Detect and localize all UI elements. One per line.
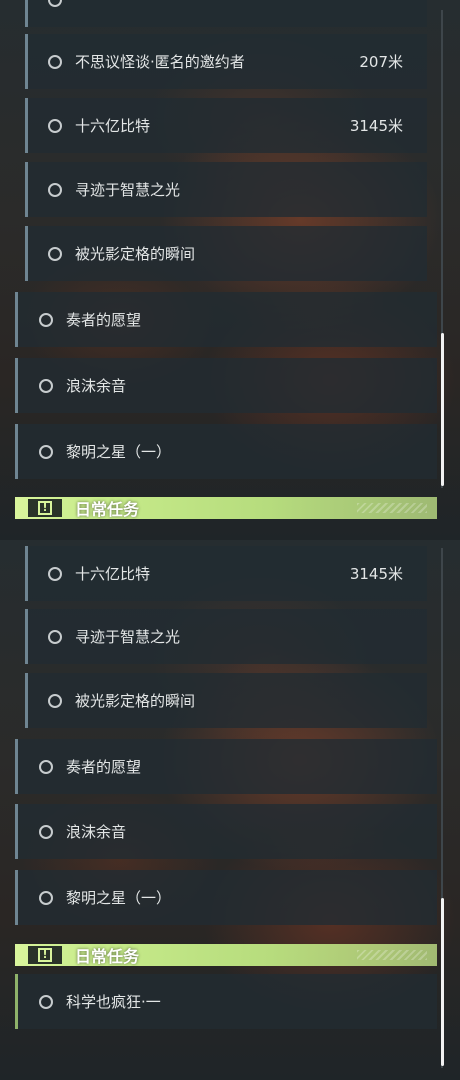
section-title: 日常任务 [75, 947, 140, 966]
quest-row[interactable]: 被光影定格的瞬间 [25, 673, 427, 728]
alert-icon: ! [28, 499, 62, 517]
quest-list-panel-top: 不思议怪谈·匿名的邀约者 207米 十六亿比特 3145米 寻迹于智慧之光 被光… [0, 0, 460, 540]
quest-title: 黎明之星（一） [66, 443, 172, 461]
quest-row[interactable]: 奏者的愿望 [15, 739, 437, 794]
quest-status-icon [39, 824, 53, 839]
quest-row[interactable]: 黎明之星（一） [15, 424, 437, 479]
quest-list-panel-bottom: 十六亿比特 3145米 寻迹于智慧之光 被光影定格的瞬间 奏者的愿望 浪沫余音 … [0, 540, 460, 1080]
quest-row[interactable]: 十六亿比特 3145米 [25, 98, 427, 153]
quest-row[interactable]: 浪沫余音 [15, 804, 437, 859]
quest-title: 不思议怪谈·匿名的邀约者 [75, 53, 245, 71]
quest-row-clipped[interactable] [25, 0, 427, 27]
quest-status-icon [48, 693, 62, 708]
quest-title: 十六亿比特 [75, 565, 151, 583]
quest-status-icon [39, 759, 53, 774]
quest-status-icon [39, 312, 53, 327]
quest-title: 十六亿比特 [75, 117, 151, 135]
quest-row[interactable]: 十六亿比特 3145米 [25, 546, 427, 601]
quest-status-icon [48, 246, 62, 261]
quest-title: 寻迹于智慧之光 [75, 181, 181, 199]
scrollbar-thumb[interactable] [441, 333, 444, 486]
quest-row[interactable]: 黎明之星（一） [15, 870, 437, 925]
quest-status-icon [39, 994, 53, 1009]
quest-title: 被光影定格的瞬间 [75, 245, 196, 263]
quest-title: 被光影定格的瞬间 [75, 692, 196, 710]
quest-title: 科学也疯狂·一 [66, 993, 161, 1011]
quest-row[interactable]: 浪沫余音 [15, 358, 437, 413]
quest-title: 奏者的愿望 [66, 758, 142, 776]
quest-distance: 207米 [359, 53, 403, 71]
quest-status-icon [39, 444, 53, 459]
quest-row[interactable]: 不思议怪谈·匿名的邀约者 207米 [25, 34, 427, 89]
quest-row[interactable]: 寻迹于智慧之光 [25, 609, 427, 664]
daily-quest-row[interactable]: 科学也疯狂·一 [15, 974, 437, 1029]
quest-distance: 3145米 [349, 565, 403, 583]
quest-row[interactable]: 被光影定格的瞬间 [25, 226, 427, 281]
section-header-daily[interactable]: ! 日常任务 [15, 497, 437, 519]
quest-status-icon [48, 118, 62, 133]
quest-row[interactable]: 奏者的愿望 [15, 292, 437, 347]
quest-row[interactable]: 寻迹于智慧之光 [25, 162, 427, 217]
quest-title: 黎明之星（一） [66, 889, 172, 907]
quest-status-icon [48, 629, 62, 644]
quest-distance: 3145米 [349, 117, 403, 135]
section-title: 日常任务 [75, 500, 140, 519]
quest-status-icon [48, 54, 62, 69]
quest-title: 寻迹于智慧之光 [75, 628, 181, 646]
quest-status-icon [48, 0, 62, 7]
quest-status-icon [48, 182, 62, 197]
section-decoration [357, 950, 427, 960]
alert-icon: ! [28, 946, 62, 964]
quest-title: 浪沫余音 [66, 377, 127, 395]
section-decoration [357, 503, 427, 513]
section-header-daily[interactable]: ! 日常任务 [15, 944, 437, 966]
quest-status-icon [39, 890, 53, 905]
scrollbar-thumb[interactable] [441, 898, 444, 1066]
quest-status-icon [48, 566, 62, 581]
quest-title: 浪沫余音 [66, 823, 127, 841]
quest-status-icon [39, 378, 53, 393]
quest-title: 奏者的愿望 [66, 311, 142, 329]
